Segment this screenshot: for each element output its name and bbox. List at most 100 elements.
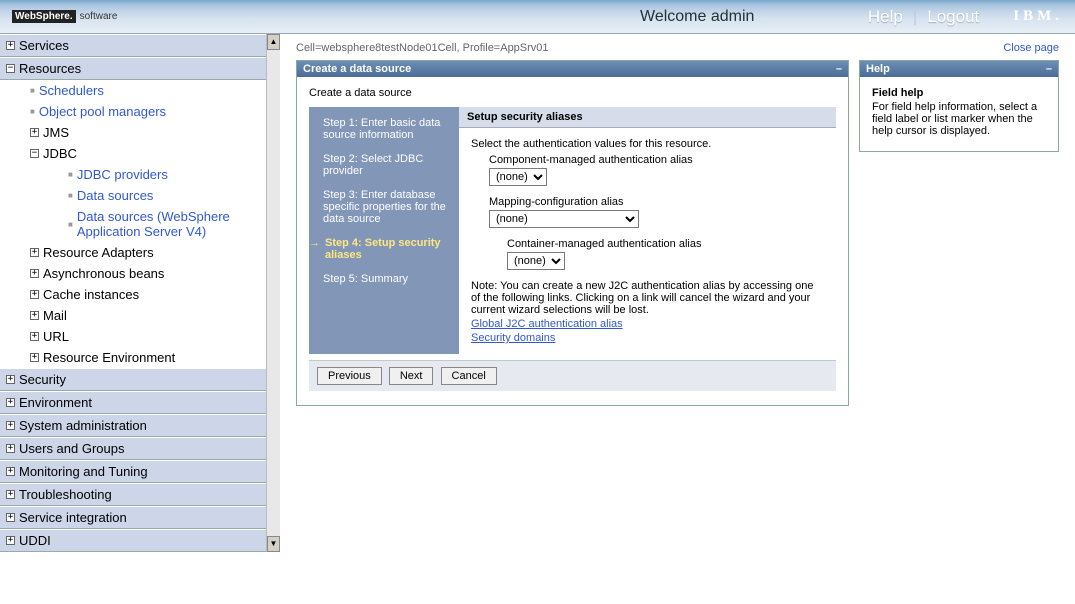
nav-service-integration[interactable]: +Service integration [0, 506, 266, 529]
sidebar-scrollbar[interactable]: ▲ ▼ [266, 34, 280, 552]
wizard-step-1[interactable]: Step 1: Enter basic data source informat… [323, 117, 449, 141]
wizard-content-body: Select the authentication values for thi… [459, 128, 836, 354]
nav-environment[interactable]: +Environment [0, 391, 266, 414]
main-layout: +Services −Resources ■Schedulers ■Object… [0, 34, 1075, 552]
nav-schedulers[interactable]: ■Schedulers [24, 80, 266, 101]
panels-row: Create a data source – Create a data sou… [296, 60, 1059, 406]
nav-uddi[interactable]: +UDDI [0, 529, 266, 552]
wizard-step-5[interactable]: Step 5: Summary [323, 273, 449, 285]
expand-icon: + [30, 332, 39, 341]
expand-icon: + [6, 375, 15, 384]
ibm-logo: IBM. [1013, 8, 1063, 25]
logo: WebSphere. software [12, 10, 117, 23]
help-link[interactable]: Help [868, 7, 903, 27]
wizard-intro: Select the authentication values for thi… [471, 138, 824, 150]
help-panel-body: Field help For field help information, s… [860, 77, 1058, 151]
welcome-text: Welcome admin [640, 8, 754, 26]
link-security-domains[interactable]: Security domains [471, 332, 824, 344]
nav-jdbc-sub: ■JDBC providers ■Data sources ■Data sour… [24, 164, 266, 242]
wizard-steps: Step 1: Enter basic data source informat… [309, 107, 459, 354]
nav-resource-env[interactable]: +Resource Environment [24, 347, 266, 368]
nav-users-groups[interactable]: +Users and Groups [0, 437, 266, 460]
nav-monitoring[interactable]: +Monitoring and Tuning [0, 460, 266, 483]
cell-profile-text: Cell=websphere8testNode01Cell, Profile=A… [296, 42, 549, 54]
nav-data-sources[interactable]: ■Data sources [62, 185, 266, 206]
wizard-heading: Create a data source [309, 87, 836, 99]
sidebar-wrap: +Services −Resources ■Schedulers ■Object… [0, 34, 280, 552]
nav-jms[interactable]: +JMS [24, 122, 266, 143]
nav-troubleshooting[interactable]: +Troubleshooting [0, 483, 266, 506]
main-panel-title: Create a data source – [297, 61, 848, 77]
expand-icon: + [30, 269, 39, 278]
banner: WebSphere. software Welcome admin Help |… [0, 0, 1075, 34]
logo-box: WebSphere. [12, 10, 76, 23]
expand-icon: + [30, 353, 39, 362]
bullet-icon: ■ [68, 170, 73, 179]
help-body-text: For field help information, select a fie… [872, 101, 1046, 137]
component-alias-label: Component-managed authentication alias [489, 154, 824, 166]
expand-icon: + [6, 398, 15, 407]
link-global-j2c[interactable]: Global J2C authentication alias [471, 318, 824, 330]
main-panel: Create a data source – Create a data sou… [296, 60, 849, 406]
expand-icon: + [6, 444, 15, 453]
nav-jdbc[interactable]: −JDBC [24, 143, 266, 164]
component-alias-select[interactable]: (none) [489, 168, 547, 186]
expand-icon: + [6, 490, 15, 499]
nav-url[interactable]: +URL [24, 326, 266, 347]
bullet-icon: ■ [68, 191, 73, 200]
expand-icon: + [30, 311, 39, 320]
collapse-icon: − [6, 64, 15, 73]
wizard-step-3[interactable]: Step 3: Enter database specific properti… [323, 189, 449, 225]
wizard-step-4[interactable]: →Step 4: Setup security aliases [323, 237, 449, 261]
expand-icon: + [30, 248, 39, 257]
main-panel-body: Create a data source Step 1: Enter basic… [297, 77, 848, 405]
expand-icon: + [6, 536, 15, 545]
collapse-icon: − [30, 149, 39, 158]
nav-mail[interactable]: +Mail [24, 305, 266, 326]
close-page-link[interactable]: Close page [1003, 42, 1059, 54]
logout-link[interactable]: Logout [927, 7, 979, 27]
wizard-buttons: Previous Next Cancel [309, 360, 836, 391]
wizard-links: Global J2C authentication alias Security… [471, 318, 824, 344]
banner-right: Help | Logout IBM. [868, 7, 1063, 27]
mapping-alias-label: Mapping-configuration alias [489, 196, 824, 208]
nav-cache-instances[interactable]: +Cache instances [24, 284, 266, 305]
field-component-alias: Component-managed authentication alias (… [489, 154, 824, 186]
breadcrumb: Cell=websphere8testNode01Cell, Profile=A… [296, 40, 1059, 60]
expand-icon: + [30, 290, 39, 299]
mapping-alias-select[interactable]: (none) [489, 210, 639, 228]
nav-resource-adapters[interactable]: +Resource Adapters [24, 242, 266, 263]
cancel-button[interactable]: Cancel [441, 367, 497, 385]
container-alias-select[interactable]: (none) [507, 252, 565, 270]
previous-button[interactable]: Previous [317, 367, 382, 385]
expand-icon: + [30, 128, 39, 137]
nav-async-beans[interactable]: +Asynchronous beans [24, 263, 266, 284]
wizard-wrap: Step 1: Enter basic data source informat… [309, 107, 836, 354]
logo-text: software [80, 11, 118, 22]
minimize-icon[interactable]: – [836, 63, 842, 75]
scroll-up-icon[interactable]: ▲ [267, 34, 280, 50]
nav-security[interactable]: +Security [0, 368, 266, 391]
nav-services[interactable]: +Services [0, 34, 266, 57]
next-button[interactable]: Next [389, 367, 434, 385]
sidebar: +Services −Resources ■Schedulers ■Object… [0, 34, 266, 552]
field-container-alias: Container-managed authentication alias (… [507, 238, 824, 270]
wizard-content: Setup security aliases Select the authen… [459, 107, 836, 354]
nav-object-pool[interactable]: ■Object pool managers [24, 101, 266, 122]
nav-jdbc-providers[interactable]: ■JDBC providers [62, 164, 266, 185]
bullet-icon: ■ [68, 220, 73, 229]
wizard-step-2[interactable]: Step 2: Select JDBC provider [323, 153, 449, 177]
help-heading: Field help [872, 87, 1046, 99]
nav-data-sources-v4[interactable]: ■Data sources (WebSphere Application Ser… [62, 206, 266, 242]
scroll-down-icon[interactable]: ▼ [267, 536, 280, 552]
bullet-icon: ■ [30, 86, 35, 95]
bullet-icon: ■ [30, 107, 35, 116]
help-panel-title: Help – [860, 61, 1058, 77]
expand-icon: + [6, 467, 15, 476]
nav-resources[interactable]: −Resources [0, 57, 266, 80]
minimize-icon[interactable]: – [1046, 63, 1052, 75]
wizard-content-title: Setup security aliases [459, 107, 836, 128]
nav-sys-admin[interactable]: +System administration [0, 414, 266, 437]
field-mapping-alias: Mapping-configuration alias (none) [489, 196, 824, 228]
banner-separator: | [913, 7, 917, 27]
